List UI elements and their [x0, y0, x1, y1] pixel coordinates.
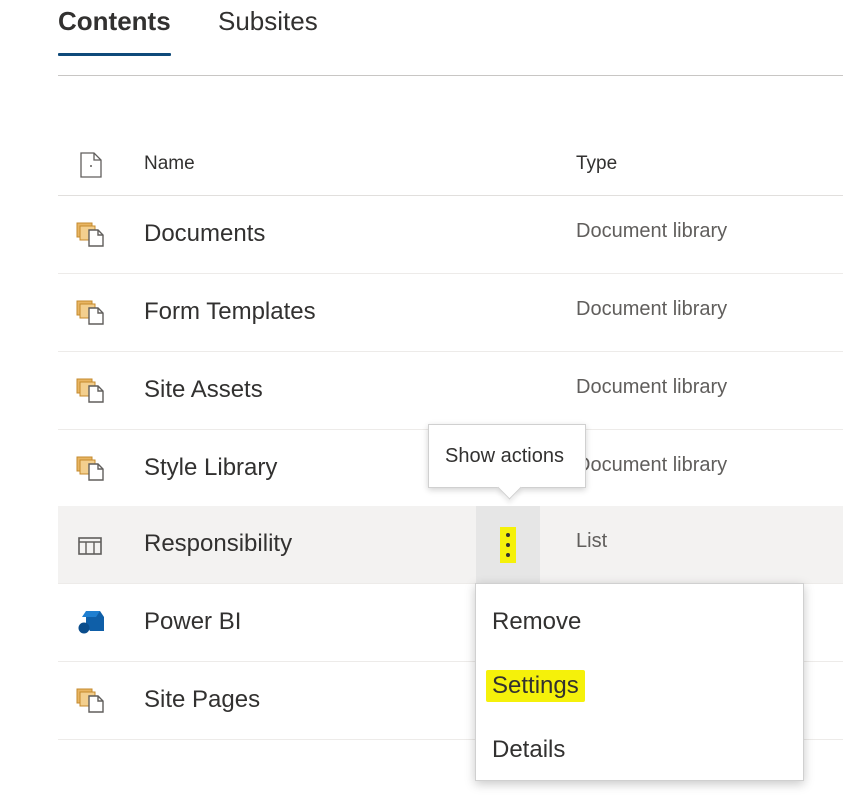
menu-item-settings[interactable]: Settings: [476, 652, 803, 716]
column-header-type[interactable]: Type: [576, 153, 617, 175]
row-name[interactable]: Responsibility: [144, 530, 292, 558]
tab-bar: Contents Subsites: [58, 0, 843, 76]
list-header: Name Type: [58, 133, 843, 196]
show-actions-button[interactable]: [476, 506, 540, 583]
library-icon: [76, 300, 104, 325]
library-icon: [76, 378, 104, 403]
tab-subsites[interactable]: Subsites: [218, 4, 318, 38]
table-row[interactable]: Form Templates Document library: [58, 274, 843, 352]
context-menu: Remove Settings Details: [475, 583, 804, 781]
power-bi-icon: [78, 611, 104, 634]
menu-item-label: Details: [492, 736, 566, 763]
more-dot-icon: [506, 543, 510, 547]
row-type: List: [576, 530, 608, 552]
library-icon: [76, 456, 104, 481]
file-type-icon[interactable]: [80, 152, 102, 178]
more-dot-icon: [506, 533, 510, 537]
table-row[interactable]: Responsibility List: [58, 506, 843, 584]
row-name[interactable]: Style Library: [144, 454, 277, 482]
row-name[interactable]: Power BI: [144, 608, 241, 636]
tab-contents[interactable]: Contents: [58, 4, 171, 56]
table-row[interactable]: Site Assets Document library: [58, 352, 843, 430]
row-name[interactable]: Site Assets: [144, 376, 263, 404]
row-type: Document library: [576, 220, 728, 242]
list-icon: [78, 537, 102, 555]
row-type: Document library: [576, 454, 728, 476]
table-row[interactable]: Documents Document library: [58, 196, 843, 274]
tooltip-text: Show actions: [445, 445, 564, 467]
menu-item-remove[interactable]: Remove: [476, 588, 803, 652]
show-actions-tooltip: Show actions: [428, 424, 586, 500]
more-dot-icon: [506, 553, 510, 557]
row-name[interactable]: Form Templates: [144, 298, 316, 326]
menu-item-label: Settings: [486, 670, 585, 702]
row-name[interactable]: Documents: [144, 220, 265, 248]
row-type: Document library: [576, 376, 728, 398]
row-type: Document library: [576, 298, 728, 320]
library-icon: [76, 688, 104, 713]
column-header-name[interactable]: Name: [144, 153, 195, 175]
menu-item-label: Remove: [492, 608, 582, 635]
row-name[interactable]: Site Pages: [144, 686, 260, 714]
menu-item-details[interactable]: Details: [476, 716, 803, 780]
library-icon: [76, 222, 104, 247]
